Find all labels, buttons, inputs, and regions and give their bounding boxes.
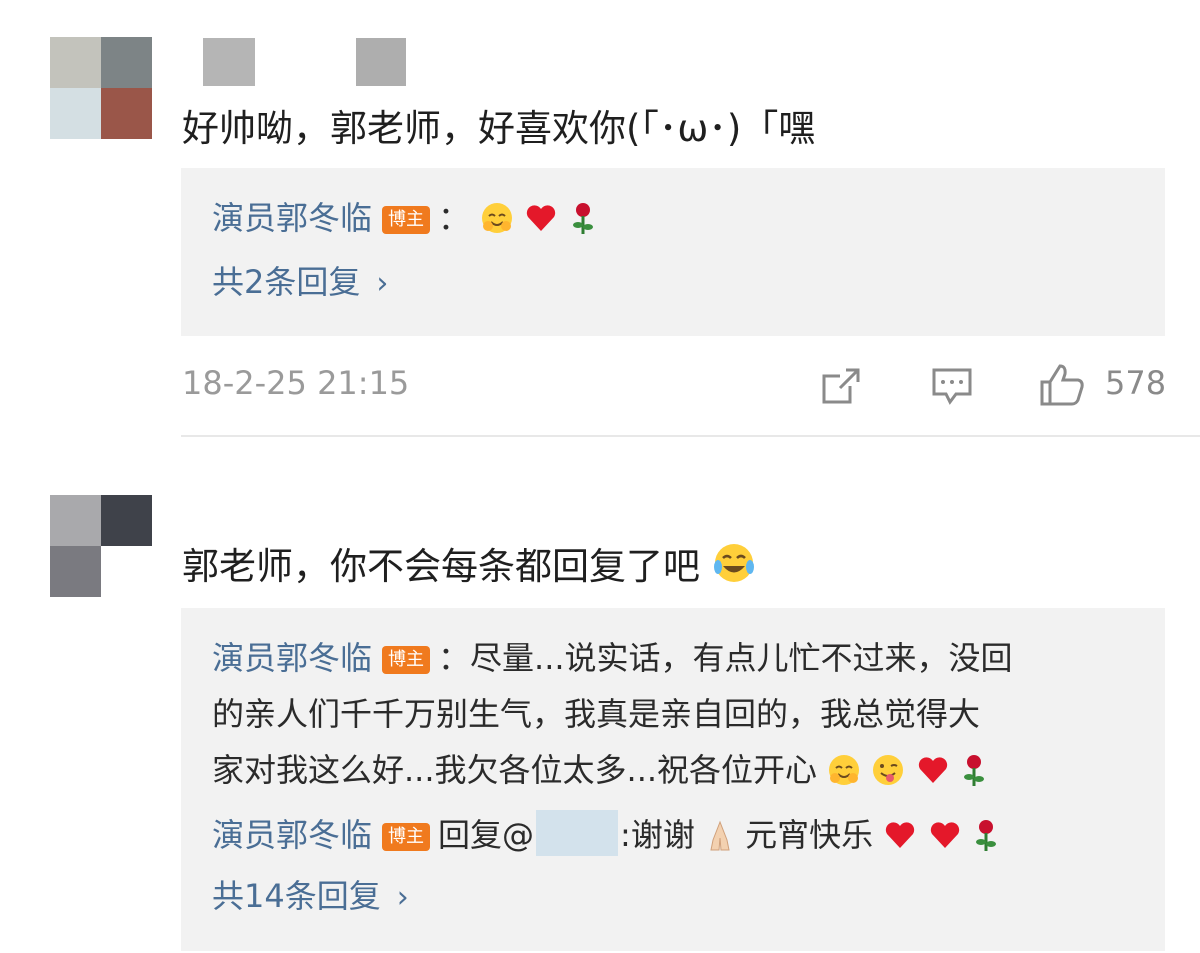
reply-text-line-3: 家对我这么好...我欠各位太多...祝各位开心 — [212, 751, 818, 789]
divider — [181, 435, 1200, 437]
chevron-right-icon: › — [396, 880, 409, 915]
comment-text: 好帅呦，郭老师，好喜欢你(「･ω･)「嘿 — [182, 107, 816, 150]
more-replies-link[interactable]: 共14条回复 › — [212, 874, 409, 920]
wink-tongue-emoji-icon — [873, 755, 904, 785]
share-icon[interactable] — [820, 366, 862, 406]
rose-icon — [572, 203, 593, 234]
heart-icon — [930, 822, 959, 848]
author-badge: 博主 — [382, 206, 431, 234]
username-blurred-2[interactable] — [356, 38, 406, 86]
heart-icon — [527, 205, 556, 231]
author-badge: 博主 — [382, 823, 431, 851]
reply-line: 演员郭冬临 博主： — [212, 196, 597, 240]
like-count: 578 — [1105, 364, 1167, 402]
heart-icon — [918, 757, 947, 783]
heart-icon — [886, 822, 915, 848]
reply-tail-text: 元宵快乐 — [745, 816, 874, 854]
replier-name[interactable]: 演员郭冬临 — [212, 639, 372, 677]
hug-emoji-icon — [829, 755, 860, 785]
chevron-right-icon: › — [376, 266, 389, 301]
reply-text: ： — [438, 199, 471, 237]
more-replies-link[interactable]: 共2条回复 › — [212, 260, 388, 306]
replier-name[interactable]: 演员郭冬临 — [212, 816, 372, 854]
timestamp: 18-2-25 21:15 — [182, 364, 410, 402]
reply-text-line-1: ：尽量...说实话，有点儿忙不过来，没回 — [438, 639, 1013, 677]
praying-hands-icon — [710, 820, 730, 851]
reply-box: 演员郭冬临 博主 ：尽量...说实话，有点儿忙不过来，没回 的亲人们千千万别生气，我… — [181, 608, 1165, 951]
reply-line-4: 演员郭冬临 博主 回复@ :谢谢 元宵快乐 — [212, 810, 1000, 857]
laugh-tears-emoji-icon — [713, 544, 754, 582]
comment-icon[interactable] — [930, 366, 974, 408]
hug-emoji-icon — [482, 203, 513, 233]
reply-box: 演员郭冬临 博主： 共2条回复 › — [181, 168, 1165, 336]
rose-icon — [975, 820, 996, 851]
comment-text: 郭老师，你不会每条都回复了吧 — [182, 536, 756, 590]
like-icon[interactable] — [1038, 362, 1086, 408]
avatar[interactable] — [50, 495, 152, 597]
author-badge: 博主 — [382, 646, 431, 674]
avatar[interactable] — [50, 37, 152, 139]
reply-line: 演员郭冬临 博主 ：尽量...说实话，有点儿忙不过来，没回 — [212, 636, 1013, 680]
mention-handle-blurred[interactable] — [536, 810, 619, 856]
more-replies-label: 共14条回复 — [212, 877, 381, 915]
more-replies-label: 共2条回复 — [212, 263, 361, 301]
reply-line-3: 家对我这么好...我欠各位太多...祝各位开心 — [212, 748, 988, 792]
rose-icon — [963, 755, 984, 786]
replier-name[interactable]: 演员郭冬临 — [212, 199, 372, 237]
reply-text: :谢谢 — [620, 816, 695, 854]
reply-text-line-2: 的亲人们千千万别生气，我真是亲自回的，我总觉得大 — [212, 695, 981, 733]
username-blurred[interactable] — [203, 38, 255, 86]
reply-prefix: 回复@ — [438, 816, 535, 854]
